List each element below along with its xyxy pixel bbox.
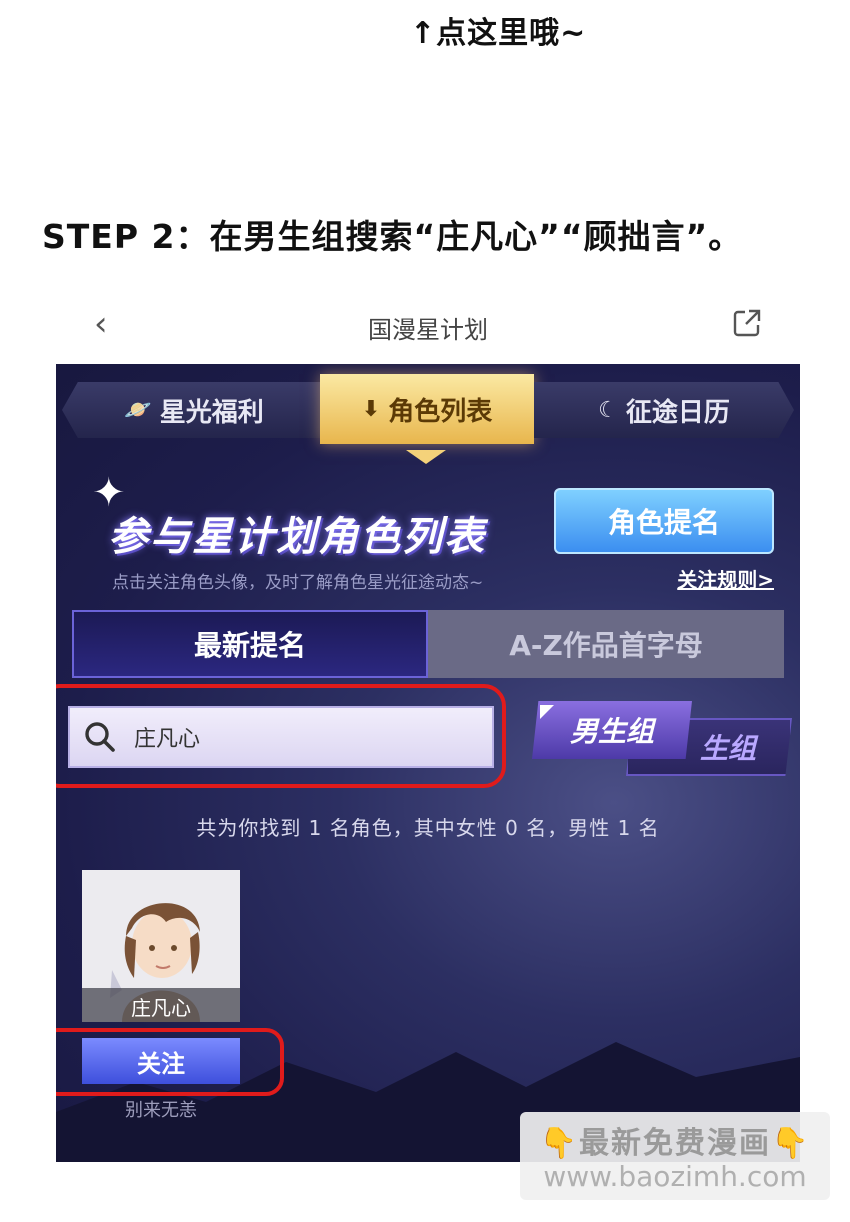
watermark-line2: www.baozimh.com — [543, 1160, 807, 1193]
follow-rules-link[interactable]: 关注规则> — [677, 564, 774, 593]
highlight-circle-follow — [56, 1028, 284, 1096]
hint-text: ↑点这里哦~ — [410, 16, 587, 51]
result-summary: 共为你找到 1 名角色，其中女性 0 名，男性 1 名 — [196, 816, 660, 840]
tab-a-z-titles[interactable]: A-Z作品首字母 — [428, 610, 784, 678]
person-icon: ⬇ — [361, 396, 381, 422]
page-title: 国漫星计划 — [368, 316, 488, 344]
tab-latest-nominations[interactable]: 最新提名 — [72, 610, 428, 678]
share-icon[interactable] — [732, 308, 762, 338]
banner: ✦ 参与星计划角色列表 角色提名 点击关注角色头像，及时了解角色星光征途动态~ … — [64, 464, 792, 596]
app-top-bar: ‹ 国漫星计划 — [56, 298, 800, 356]
watermark-line1: 最新免费漫画 — [579, 1126, 771, 1161]
app-screen: 🪐 星光福利 ⬇ 角色列表 ☾ 征途日历 ✦ 参与星计划角色列表 角色提名 点击… — [56, 364, 800, 1162]
tab-character-list[interactable]: ⬇ 角色列表 — [320, 374, 534, 444]
male-group-button[interactable]: 男生组 — [532, 701, 692, 759]
nav-tabs: 🪐 星光福利 ⬇ 角色列表 ☾ 征途日历 — [62, 374, 794, 444]
banner-title: 参与星计划角色列表 — [108, 514, 486, 560]
banner-description: 点击关注角色头像，及时了解角色星光征途动态~ — [112, 573, 484, 593]
sort-tabs: 最新提名 A-Z作品首字母 — [72, 610, 784, 678]
character-card[interactable]: 庄凡心 — [82, 870, 240, 1022]
planet-icon: 🪐 — [124, 397, 152, 423]
nominate-button[interactable]: 角色提名 — [554, 488, 774, 554]
character-name: 庄凡心 — [82, 988, 240, 1022]
character-tagline: 别来无恙 — [125, 1100, 197, 1121]
moon-icon: ☾ — [598, 397, 618, 423]
pointing-hand-icon: 👇 — [771, 1126, 811, 1161]
active-tab-pointer — [406, 450, 446, 464]
tab-starlight-welfare[interactable]: 🪐 星光福利 — [62, 382, 326, 438]
tab-journey-calendar[interactable]: ☾ 征途日历 — [534, 382, 794, 438]
step-instruction: STEP 2：在男生组搜索“庄凡心”“顾拙言”。 — [42, 217, 743, 256]
watermark: 👇最新免费漫画👇 www.baozimh.com — [520, 1112, 830, 1200]
highlight-circle-search — [56, 684, 506, 788]
pointing-hand-icon: 👇 — [539, 1126, 579, 1161]
corner-triangle — [540, 705, 554, 719]
